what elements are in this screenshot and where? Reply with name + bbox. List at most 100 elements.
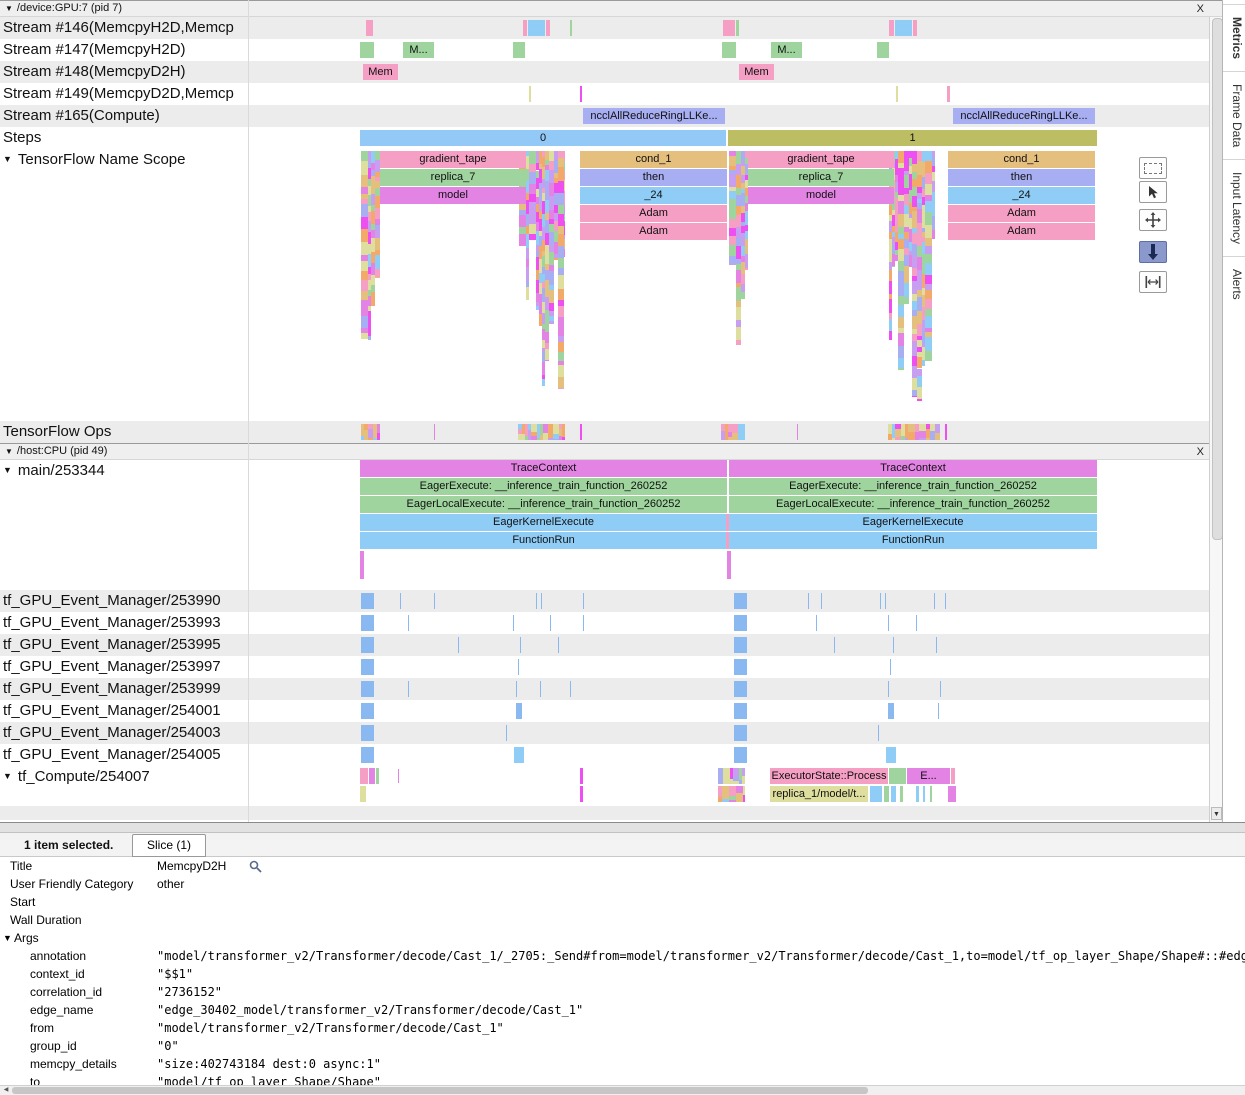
- scroll-down-button[interactable]: ▼: [1211, 807, 1222, 820]
- trace-event-cell[interactable]: [519, 215, 526, 226]
- track-evm-253990[interactable]: [248, 590, 1210, 612]
- select-region-tool-button[interactable]: [1139, 157, 1167, 179]
- trace-event-cell[interactable]: [361, 305, 368, 316]
- trace-event-cell[interactable]: [361, 280, 368, 291]
- panel-splitter[interactable]: [0, 822, 1245, 833]
- trace-event-cell[interactable]: [558, 388, 564, 389]
- row-label-tf-ops[interactable]: TensorFlow Ops: [0, 421, 248, 443]
- trace-event[interactable]: [520, 637, 521, 653]
- trace-event-cell[interactable]: [922, 365, 925, 366]
- trace-event-cell[interactable]: [741, 274, 745, 284]
- trace-event-cell[interactable]: [919, 431, 926, 438]
- vertical-scrollbar[interactable]: ▼: [1209, 17, 1222, 822]
- trace-event[interactable]: [361, 681, 374, 697]
- row-label-evm-253997[interactable]: tf_GPU_Event_Manager/253997: [0, 656, 248, 678]
- trace-event-cell[interactable]: [729, 264, 736, 265]
- trace-event-cell[interactable]: [917, 376, 922, 387]
- trace-event-cell[interactable]: [377, 433, 380, 440]
- trace-event-cell[interactable]: [542, 362, 545, 375]
- trace-event-cell[interactable]: [908, 432, 915, 440]
- trace-event-tracecontext[interactable]: TraceContext: [729, 460, 1097, 477]
- collapse-icon[interactable]: ▼: [5, 4, 13, 13]
- trace-event-cell[interactable]: [562, 424, 565, 437]
- trace-event[interactable]: [361, 659, 374, 675]
- trace-event[interactable]: [936, 637, 937, 653]
- trace-event[interactable]: [570, 20, 572, 36]
- trace-event[interactable]: [360, 42, 374, 58]
- trace-event-cell[interactable]: [564, 191, 565, 205]
- trace-event-cell[interactable]: [925, 225, 932, 238]
- trace-event-cell[interactable]: [889, 319, 892, 331]
- trace-event[interactable]: [895, 20, 912, 36]
- trace-event-cell[interactable]: [925, 161, 932, 173]
- trace-event-cell[interactable]: [925, 246, 932, 253]
- trace-event-cell[interactable]: [736, 327, 741, 340]
- row-label-stream-149[interactable]: Stream #149(MemcpyD2D,Memcp: [0, 83, 248, 105]
- trace-event-cell[interactable]: [564, 151, 565, 162]
- trace-event-cell[interactable]: [562, 437, 565, 440]
- trace-event[interactable]: [434, 593, 435, 609]
- trace-event-cell[interactable]: [932, 172, 935, 182]
- trace-event[interactable]: [834, 637, 835, 653]
- trace-event-cell[interactable]: [925, 151, 932, 161]
- trace-event-cell[interactable]: [558, 365, 564, 376]
- trace-event-cell[interactable]: [925, 184, 932, 196]
- trace-event-cell[interactable]: [558, 306, 564, 317]
- trace-event[interactable]: [934, 593, 935, 609]
- track-stream-165[interactable]: ncclAllReduceRingLLKe...ncclAllReduceRin…: [248, 105, 1210, 127]
- track-evm-253993[interactable]: [248, 612, 1210, 634]
- trace-event-then[interactable]: then: [948, 169, 1095, 186]
- trace-event-cell[interactable]: [558, 317, 564, 324]
- horizontal-scrollbar-thumb[interactable]: [12, 1087, 868, 1094]
- trace-event-cell[interactable]: [558, 275, 564, 289]
- expander-icon[interactable]: ▼: [3, 933, 12, 943]
- trace-event-cell[interactable]: [932, 206, 935, 216]
- trace-event-cell[interactable]: [925, 254, 932, 263]
- trace-event[interactable]: [889, 20, 894, 36]
- trace-event-m-[interactable]: M...: [403, 42, 434, 58]
- trace-event-adam[interactable]: Adam: [580, 205, 727, 222]
- trace-event-replica-7[interactable]: replica_7: [748, 169, 894, 186]
- trace-event-cell[interactable]: [743, 795, 745, 802]
- flame-cluster[interactable]: [361, 424, 380, 440]
- trace-event-adam[interactable]: Adam: [948, 205, 1095, 222]
- trace-event-functionrun[interactable]: FunctionRun: [360, 532, 727, 549]
- trace-event[interactable]: [516, 681, 517, 697]
- trace-event[interactable]: [514, 747, 524, 763]
- trace-event[interactable]: [580, 786, 583, 802]
- trace-event[interactable]: [945, 424, 947, 440]
- trace-event[interactable]: [940, 681, 941, 697]
- trace-event-model[interactable]: model: [380, 187, 526, 204]
- trace-event[interactable]: [361, 747, 374, 763]
- trace-event-cell[interactable]: [932, 230, 935, 239]
- trace-event-cell[interactable]: [925, 238, 932, 246]
- trace-event-cell[interactable]: [729, 174, 736, 187]
- track-evm-254001[interactable]: [248, 700, 1210, 722]
- trace-event[interactable]: [360, 768, 368, 784]
- track-stream-147[interactable]: M...M...: [248, 39, 1210, 61]
- trace-event-cell[interactable]: [361, 161, 368, 174]
- trace-event-cell[interactable]: [564, 172, 565, 180]
- row-label-evm-253995[interactable]: tf_GPU_Event_Manager/253995: [0, 634, 248, 656]
- trace-event[interactable]: [376, 768, 379, 784]
- trace-event[interactable]: [546, 20, 550, 36]
- trace-event-cell[interactable]: [898, 346, 904, 358]
- row-label-stream-165[interactable]: Stream #165(Compute): [0, 105, 248, 127]
- trace-event-cell[interactable]: [729, 199, 736, 210]
- track-name-scope[interactable]: gradient_tapereplica_7modelcond_1then_24…: [248, 149, 1210, 421]
- trace-event[interactable]: [734, 615, 747, 631]
- trace-event-cell[interactable]: [526, 239, 529, 248]
- row-label-stream-148[interactable]: Stream #148(MemcpyD2H): [0, 61, 248, 83]
- trace-event-cell[interactable]: [898, 333, 904, 346]
- trace-event-eagerkernelexecute[interactable]: EagerKernelExecute: [729, 514, 1097, 531]
- trace-event-cell[interactable]: [549, 271, 554, 285]
- trace-event[interactable]: [523, 20, 527, 36]
- trace-event-cell[interactable]: [375, 229, 380, 238]
- trace-event-cell[interactable]: [545, 360, 549, 361]
- trace-event-cell[interactable]: [564, 221, 565, 235]
- track-evm-253999[interactable]: [248, 678, 1210, 700]
- trace-event-adam[interactable]: Adam: [948, 223, 1095, 240]
- trace-event[interactable]: [923, 786, 925, 802]
- trace-event-cell[interactable]: [529, 202, 536, 209]
- trace-event[interactable]: [890, 659, 891, 675]
